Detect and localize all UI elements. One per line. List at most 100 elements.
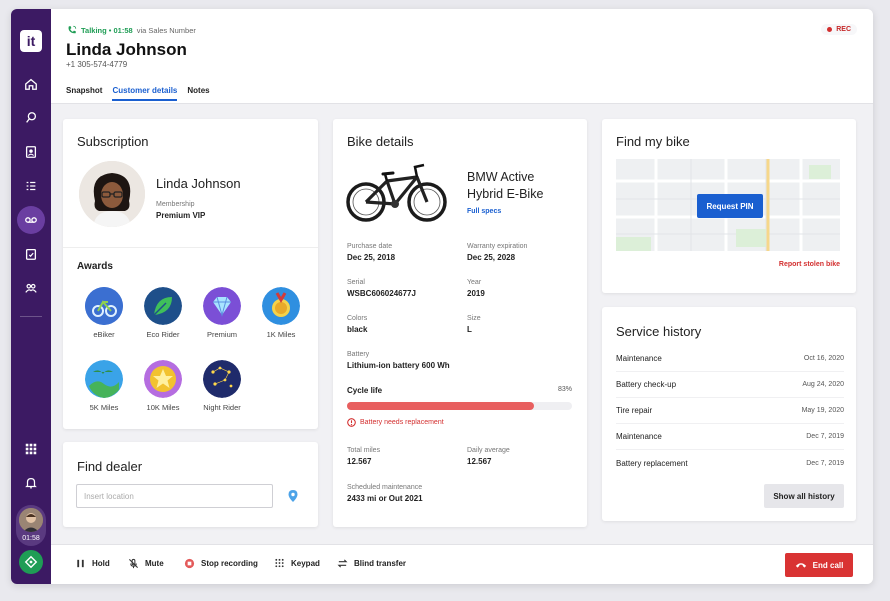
call-header: Talking • 01:58 via Sales Number Linda J… — [51, 9, 873, 104]
availability-status-icon[interactable] — [19, 550, 43, 574]
hold-label: Hold — [92, 559, 110, 568]
voicemail-icon[interactable] — [17, 206, 45, 234]
find-my-bike-title: Find my bike — [616, 134, 690, 149]
colors-value: black — [347, 325, 368, 334]
service-row[interactable]: Tire repair May 19, 2020 — [616, 398, 844, 424]
service-history-card: Service history Maintenance Oct 16, 2020… — [602, 307, 856, 521]
mute-label: Mute — [145, 559, 164, 568]
hold-button[interactable]: Hold — [75, 558, 110, 569]
cycle-life-label: Cycle life — [347, 386, 383, 395]
service-name: Battery check-up — [616, 380, 677, 389]
cycle-life-fill — [347, 402, 534, 410]
award-1k-miles[interactable]: 1K Miles — [253, 287, 309, 339]
rec-dot-icon — [827, 27, 833, 32]
bike-details-card: Bike details BMW Active Hybrid E-Bike Fu… — [333, 119, 587, 527]
cycle-life-percent: 83% — [557, 386, 572, 393]
transfer-icon — [337, 559, 348, 568]
service-name: Maintenance — [616, 354, 662, 363]
tab-customer-details[interactable]: Customer details — [112, 86, 178, 101]
contacts-icon[interactable] — [17, 138, 45, 166]
call-control-bar: Hold Mute Stop recording Keypad Blind tr… — [51, 544, 873, 584]
report-stolen-link[interactable]: Report stolen bike — [779, 261, 840, 268]
queue-list-icon[interactable] — [17, 172, 45, 200]
keypad-label: Keypad — [291, 559, 320, 568]
award-eco-rider[interactable]: Eco Rider — [135, 287, 191, 339]
tabs: Snapshot Customer details Notes — [66, 86, 210, 101]
agent-call-time: 01:58 — [22, 535, 40, 542]
service-row[interactable]: Maintenance Oct 16, 2020 — [616, 346, 844, 372]
year-value: 2019 — [467, 289, 485, 298]
caller-phone: +1 305-574-4779 — [66, 60, 128, 69]
battery-warning: Battery needs replacement — [347, 418, 444, 427]
subscription-card: Subscription Linda Johnson Membership Pr… — [63, 119, 318, 429]
eco-rider-badge-icon — [144, 287, 182, 325]
award-ebiker[interactable]: eBiker — [76, 287, 132, 339]
bike-model-line1: BMW Active — [467, 170, 535, 184]
call-line: via Sales Number — [136, 25, 196, 35]
agent-avatar[interactable] — [19, 508, 43, 532]
award-night-rider[interactable]: Night Rider — [194, 360, 250, 412]
full-specs-link[interactable]: Full specs — [467, 208, 501, 215]
conversations-icon[interactable] — [17, 104, 45, 132]
service-date: May 19, 2020 — [801, 407, 844, 414]
year-label: Year — [467, 279, 482, 286]
home-icon[interactable] — [17, 70, 45, 98]
app-logo[interactable]: it — [20, 30, 42, 52]
location-pin-icon[interactable] — [287, 489, 299, 508]
request-pin-button[interactable]: Request PIN — [697, 194, 763, 218]
daily-average-value: 12.567 — [467, 457, 492, 466]
service-date: Oct 16, 2020 — [803, 355, 844, 362]
warning-icon — [347, 418, 356, 427]
size-value: L — [467, 325, 472, 334]
agent-status-card[interactable]: 01:58 — [16, 505, 46, 546]
award-label: 10K Miles — [146, 403, 180, 412]
purchase-date-value: Dec 25, 2018 — [347, 253, 396, 262]
service-row[interactable]: Maintenance Dec 7, 2019 — [616, 424, 844, 450]
end-call-button[interactable]: End call — [785, 553, 853, 577]
size-label: Size — [467, 315, 481, 322]
call-status: Talking • 01:58 via Sales Number — [67, 25, 196, 35]
night-rider-badge-icon — [203, 360, 241, 398]
subscriber-name: Linda Johnson — [156, 176, 241, 191]
bike-model-line2: Hybrid E-Bike — [467, 187, 544, 201]
service-date: Dec 7, 2019 — [806, 433, 844, 440]
service-name: Battery replacement — [616, 458, 688, 468]
clipboard-icon[interactable] — [17, 240, 45, 268]
show-all-history-button[interactable]: Show all history — [764, 484, 844, 508]
warranty-label: Warranty expiration — [467, 243, 528, 250]
tab-snapshot[interactable]: Snapshot — [66, 86, 102, 101]
bell-icon[interactable] — [17, 469, 45, 497]
team-icon[interactable] — [17, 274, 45, 302]
dealer-location-input[interactable] — [76, 484, 273, 508]
ebiker-badge-icon — [85, 287, 123, 325]
hang-up-icon — [795, 563, 806, 568]
award-label: 5K Miles — [89, 403, 119, 412]
service-date: Dec 7, 2019 — [806, 459, 844, 467]
sidebar: it 01:58 — [11, 9, 51, 584]
service-row[interactable]: Battery check-up Aug 24, 2020 — [616, 372, 844, 398]
battery-label: Battery — [347, 351, 370, 358]
daily-average-label: Daily average — [467, 447, 510, 454]
mute-button[interactable]: Mute — [128, 558, 164, 569]
stop-recording-button[interactable]: Stop recording — [184, 558, 258, 569]
battery-value: Lithium-ion battery 600 Wh — [347, 361, 450, 370]
purchase-date-label: Purchase date — [347, 243, 393, 250]
serial-value: WSBC606024677J — [347, 289, 416, 298]
award-5k-miles[interactable]: 5K Miles — [76, 360, 132, 412]
award-10k-miles[interactable]: 10K Miles — [135, 360, 191, 412]
service-row[interactable]: Battery replacement Dec 7, 2019 — [616, 450, 844, 476]
total-miles-label: Total miles — [347, 447, 381, 454]
service-name: Maintenance — [616, 432, 662, 441]
subscription-title: Subscription — [77, 134, 149, 149]
tab-notes[interactable]: Notes — [187, 86, 209, 101]
award-premium[interactable]: Premium — [194, 287, 250, 339]
apps-grid-icon[interactable] — [17, 435, 45, 463]
customer-photo — [79, 161, 145, 227]
bike-image — [345, 159, 450, 225]
award-label: Premium — [206, 330, 237, 339]
keypad-button[interactable]: Keypad — [274, 558, 320, 569]
blind-transfer-button[interactable]: Blind transfer — [337, 558, 406, 569]
battery-warning-text: Battery needs replacement — [360, 419, 444, 426]
10k-miles-badge-icon — [144, 360, 182, 398]
bike-details-title: Bike details — [347, 134, 414, 149]
